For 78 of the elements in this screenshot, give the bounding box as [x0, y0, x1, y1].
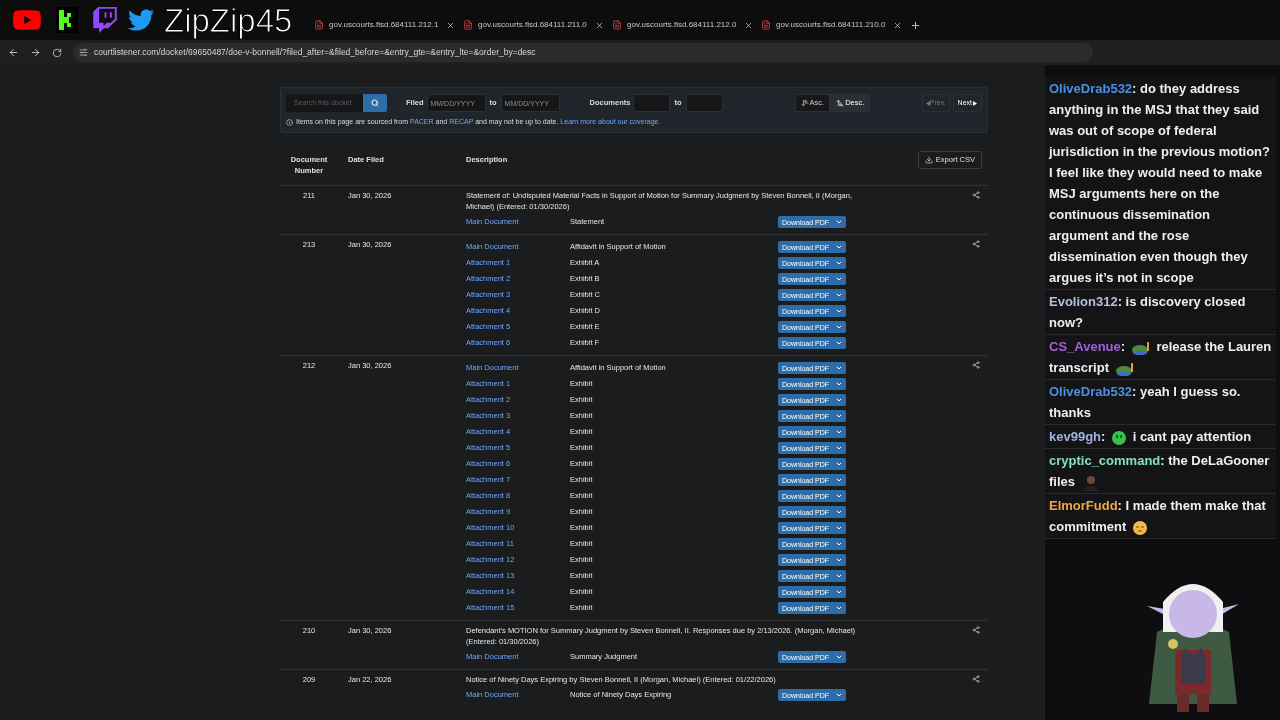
chat-word: cant [1139, 429, 1167, 444]
chat-word: make [1205, 498, 1239, 513]
chat-word: i [1132, 429, 1137, 444]
pdf-icon [612, 20, 622, 30]
chat-word: made [1132, 498, 1167, 513]
document-from-field[interactable] [633, 94, 671, 112]
chat-word: the [1204, 339, 1225, 354]
browser-tab[interactable]: gov.uscourts.flsd.684111.210.0 [757, 15, 906, 35]
play-button-icon [12, 7, 42, 33]
square-logo-icon [56, 7, 78, 33]
channel-name: ZipZip45 [164, 3, 293, 37]
chat-word: I [1125, 498, 1130, 513]
chat-word: release [1156, 339, 1202, 354]
chat-word: DeLaGooner [1191, 453, 1270, 468]
tab-title: gov.uscourts.flsd.684111.211.0 [478, 19, 588, 31]
share-icon[interactable] [972, 675, 980, 683]
address-bar[interactable]: courtlistener.com/docket/69650487/doe-v-bonnell/?filed_after=&filed_before=&entry_gte=&entry_lte=&order_by=desc [73, 43, 1093, 62]
chat-username[interactable]: cryptic_command [1049, 453, 1161, 468]
browser-tab[interactable]: gov.uscourts.flsd.684111.211.0 [459, 15, 608, 35]
caret-icon [835, 691, 843, 699]
left-triangle-icon [925, 100, 930, 106]
chat-word: attention [1196, 429, 1252, 444]
chat-word: : [1160, 453, 1165, 468]
figure-emote-icon [1080, 474, 1101, 491]
pdf-icon [314, 20, 324, 30]
share-icon[interactable] [972, 626, 980, 634]
info-icon [286, 119, 293, 126]
reload-icon[interactable] [52, 47, 62, 58]
tab-title: gov.uscourts.flsd.684111.210.0 [776, 19, 887, 31]
bird-icon [126, 7, 156, 33]
share-icon[interactable] [972, 361, 980, 369]
right-triangle-icon [973, 100, 977, 106]
chat-word: : [1120, 339, 1126, 354]
sort-icon [800, 99, 809, 107]
chat-bubble-icon [92, 6, 118, 34]
chat-word: files [1049, 474, 1075, 489]
pdf-icon [463, 20, 473, 30]
close-icon[interactable] [446, 20, 455, 30]
chat-username[interactable]: kev99gh [1049, 429, 1102, 444]
frog-emote-icon [1114, 361, 1135, 376]
chat-word: : [1117, 498, 1122, 513]
chat-word: them [1170, 498, 1202, 513]
search-button[interactable] [363, 94, 387, 112]
sort-icon [836, 99, 845, 107]
caret-icon [835, 218, 843, 226]
chat-word: that [1242, 498, 1266, 513]
chat-word: commitment [1049, 519, 1127, 534]
caret-icon [835, 653, 843, 661]
chat-word: : [1101, 429, 1106, 444]
close-icon[interactable] [893, 20, 902, 30]
new-tab-icon[interactable] [910, 19, 921, 31]
chat-username[interactable]: CS_Avenue [1049, 339, 1121, 354]
tab-title: gov.uscourts.flsd.684111.212.0 [627, 19, 738, 31]
pdf-icon [761, 20, 771, 30]
document-to-field[interactable] [685, 94, 723, 112]
close-icon[interactable] [744, 20, 753, 30]
chat-word: transcript [1049, 360, 1109, 375]
chat-username[interactable]: ElmorFudd [1049, 498, 1118, 513]
share-icon[interactable] [972, 191, 980, 199]
share-icon[interactable] [972, 240, 980, 248]
chat-word: pay [1170, 429, 1193, 444]
chat-word: Lauren [1227, 339, 1272, 354]
url-text: courtlistener.com/docket/69650487/doe-v-bonnell/?filed_after=&filed_before=&entry_gte=&entry_lte=&order_by=desc [94, 46, 536, 59]
blob-emote-icon [1111, 429, 1127, 446]
forward-icon[interactable] [30, 47, 41, 58]
browser-tab[interactable]: gov.uscourts.flsd.684111.212.1 [310, 15, 459, 35]
tab-title: gov.uscourts.flsd.684111.212.1 [329, 19, 440, 31]
browser-tab[interactable]: gov.uscourts.flsd.684111.212.0 [608, 15, 757, 35]
search-icon [371, 99, 379, 107]
site-settings-icon [79, 48, 88, 57]
frog-emote-icon [1130, 340, 1151, 355]
back-icon[interactable] [8, 47, 19, 58]
sleepy-face-emote-icon [1131, 519, 1148, 536]
chat-message: Evolion312: is discovery closed now? [1045, 290, 1276, 335]
chat-word: the [1168, 453, 1188, 468]
close-icon[interactable] [595, 20, 604, 30]
download-icon [924, 156, 933, 164]
chat-message: OliveDrab532: do they address anything in the MSJ that they said was out of scope of federal jurisdiction in the previous motion? I feel like they would need to make MSJ arguments here on the continuous dissemination argument and the rose dissemination even though they argues it’s not in scope [1045, 77, 1276, 290]
